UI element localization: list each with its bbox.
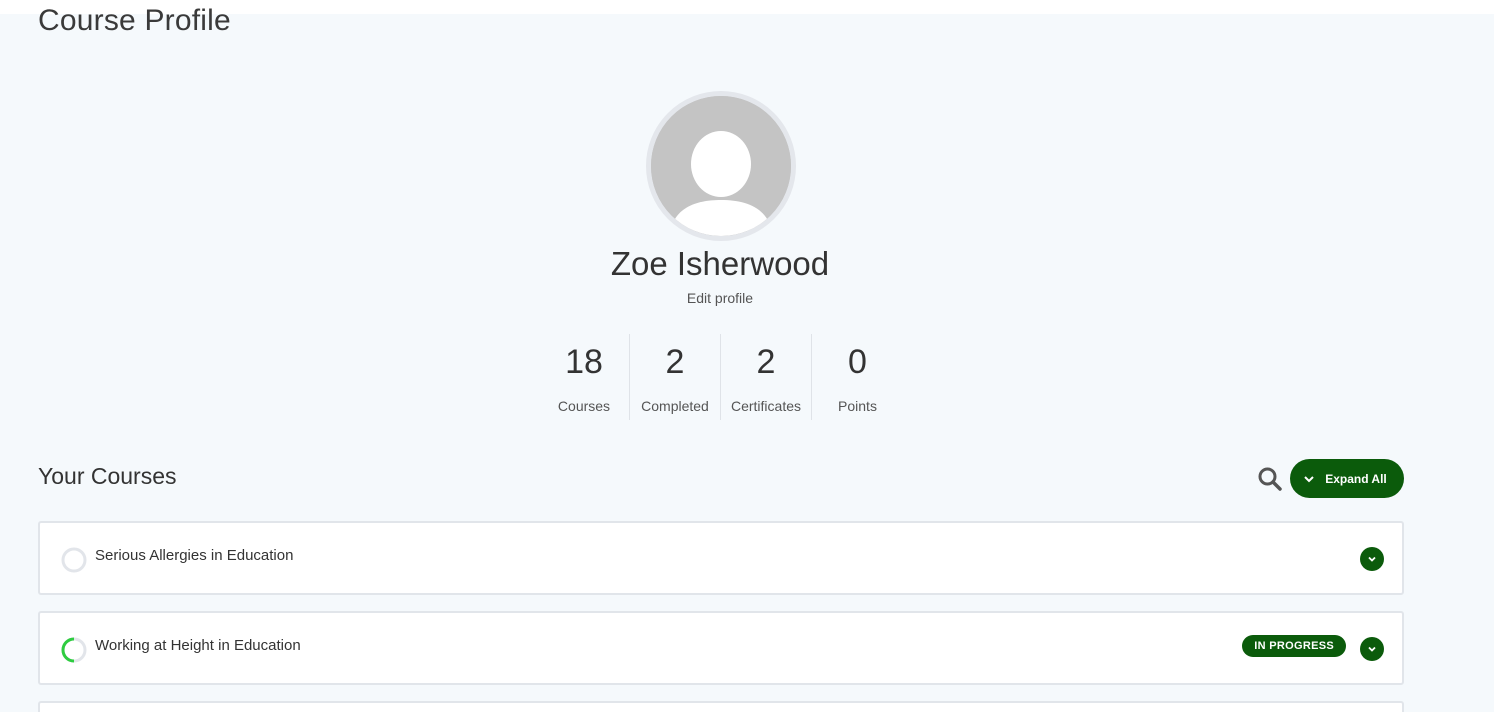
stat-certificates: 2 Certificates <box>721 334 812 420</box>
expand-course-button[interactable] <box>1360 637 1384 661</box>
course-title: Serious Allergies in Education <box>95 547 294 564</box>
stat-value: 18 <box>565 343 603 381</box>
user-name: Zoe Isherwood <box>610 245 830 282</box>
page-title: Course Profile <box>38 4 231 37</box>
stat-value: 2 <box>756 343 776 381</box>
course-item[interactable]: Serious Allergies in Education <box>38 521 1404 595</box>
course-item[interactable] <box>38 701 1404 712</box>
stats-bar: 18 Courses 2 Completed 2 Certificates 0 … <box>539 334 903 420</box>
stat-courses: 18 Courses <box>539 334 630 420</box>
stat-points: 0 Points <box>812 334 903 420</box>
avatar <box>646 91 796 241</box>
edit-profile-link[interactable]: Edit profile <box>620 290 820 306</box>
stat-value: 2 <box>665 343 685 381</box>
stat-label: Courses <box>557 398 611 414</box>
chevron-down-icon <box>1304 475 1314 482</box>
stat-value: 0 <box>848 343 867 381</box>
expand-all-label: Expand All <box>1325 471 1387 486</box>
your-courses-heading: Your Courses <box>38 463 177 489</box>
chevron-down-icon <box>1368 556 1376 562</box>
progress-ring-icon <box>61 637 87 663</box>
stat-label: Points <box>838 398 877 414</box>
course-title: Working at Height in Education <box>95 637 301 654</box>
stat-completed: 2 Completed <box>630 334 721 420</box>
status-badge: IN PROGRESS <box>1242 635 1346 657</box>
user-avatar-icon <box>651 96 791 236</box>
progress-ring-icon <box>61 547 87 573</box>
stat-label: Completed <box>641 398 709 414</box>
chevron-down-icon <box>1368 646 1376 652</box>
stat-label: Certificates <box>730 398 802 414</box>
course-item[interactable]: Working at Height in Education IN PROGRE… <box>38 611 1404 685</box>
expand-all-button[interactable]: Expand All <box>1290 459 1404 498</box>
expand-course-button[interactable] <box>1360 547 1384 571</box>
search-icon[interactable] <box>1256 465 1284 493</box>
